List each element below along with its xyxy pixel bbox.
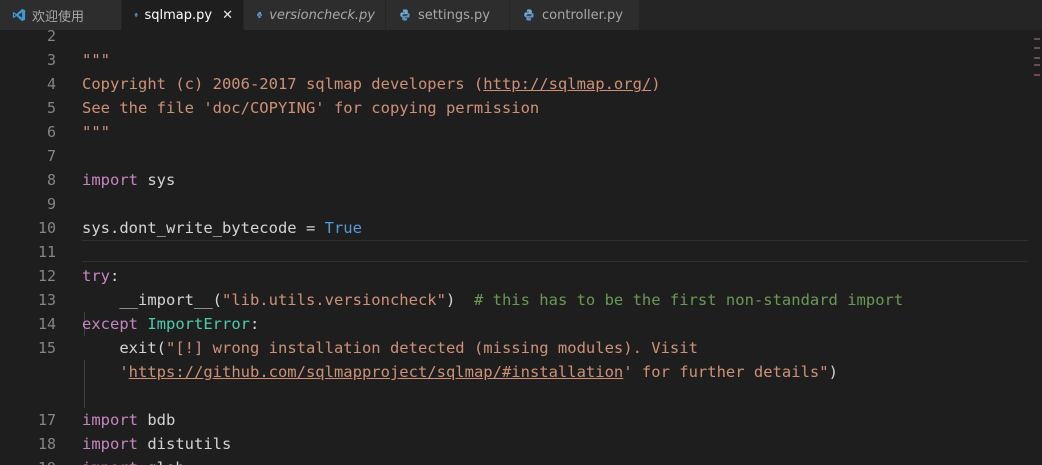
code-token: "lib.utils.versioncheck" <box>221 291 446 309</box>
code-token: ' <box>82 363 129 381</box>
editor-tab-bar: 欢迎使用 sqlmap.py ✕ versioncheck.py setting… <box>0 0 1042 30</box>
tab-label: 欢迎使用 <box>32 9 85 25</box>
tab-controller[interactable]: controller.py <box>510 0 640 30</box>
code-token: Copyright (c) 2006-2017 sqlmap developer… <box>82 75 484 93</box>
line-number: 17 <box>37 411 56 429</box>
code-token: import <box>82 411 138 429</box>
code-line: except ImportError: <box>82 312 259 336</box>
python-file-icon <box>134 13 138 17</box>
code-line: import distutils <box>82 432 231 456</box>
code-line: sys.dont_write_bytecode = True <box>82 216 362 240</box>
code-line: Copyright (c) 2006-2017 sqlmap developer… <box>82 72 661 96</box>
line-number-gutter: 2 3 4 5 6 7 8 9 10 11 12 13 14 15 17 18 19 <box>0 30 60 465</box>
line-number: 6 <box>46 123 56 141</box>
code-line: See the file 'doc/COPYING' for copying p… <box>82 96 539 120</box>
scrollbar-marker <box>1034 38 1040 40</box>
tab-welcome[interactable]: 欢迎使用 <box>0 0 122 30</box>
scrollbar-marker <box>1034 47 1040 49</box>
tab-label: settings.py <box>418 7 490 23</box>
code-editor[interactable]: 2 3 4 5 6 7 8 9 10 11 12 13 14 15 17 18 19 """ Copyright … <box>0 30 1042 465</box>
python-file-icon <box>400 9 410 21</box>
code-token: True <box>324 219 362 237</box>
code-token: : <box>110 267 120 285</box>
code-token: See the file 'doc/COPYING' for copying p… <box>82 99 540 117</box>
scrollbar-marker <box>1034 74 1040 76</box>
code-token: """ <box>82 51 110 69</box>
line-number: 4 <box>46 75 56 93</box>
code-line: try: <box>82 264 119 288</box>
code-token: ' for further details" <box>623 363 829 381</box>
line-number: 7 <box>46 147 56 165</box>
tab-label: controller.py <box>542 7 623 23</box>
code-line: 'https://github.com/sqlmapproject/sqlmap… <box>82 360 838 384</box>
line-number: 10 <box>37 219 56 237</box>
code-token: bdb <box>138 411 176 429</box>
code-token: try <box>82 267 110 285</box>
line-number: 11 <box>37 243 56 261</box>
scrollbar-marker <box>1034 64 1040 66</box>
code-token: sys <box>138 171 176 189</box>
python-file-icon <box>524 9 534 21</box>
code-token: distutils <box>138 435 232 453</box>
code-token: glob <box>138 459 184 465</box>
code-line: import glob <box>82 456 185 465</box>
code-token: exit( <box>82 339 166 357</box>
code-token: import <box>82 171 138 189</box>
vertical-scrollbar[interactable] <box>1028 30 1042 465</box>
line-number: 15 <box>37 339 56 357</box>
code-token: sys.dont_write_bytecode = <box>82 219 325 237</box>
line-number: 5 <box>46 99 56 117</box>
code-line: __import__("lib.utils.versioncheck") # t… <box>82 288 903 312</box>
scrollbar-marker <box>1034 57 1040 59</box>
code-token: """ <box>82 123 110 141</box>
code-line: """ <box>82 120 110 144</box>
code-token: import <box>82 459 138 465</box>
line-number: 8 <box>46 171 56 189</box>
vscode-logo-icon <box>12 8 26 22</box>
code-line: """ <box>82 48 110 72</box>
code-line: exit("[!] wrong installation detected (m… <box>82 336 698 360</box>
line-number: 2 <box>46 30 56 45</box>
line-number: 18 <box>37 435 56 453</box>
tab-label: sqlmap.py <box>144 7 213 23</box>
code-token: "[!] wrong installation detected (missin… <box>166 339 698 357</box>
current-line-highlight <box>82 240 1038 262</box>
tab-settings[interactable]: settings.py <box>386 0 510 30</box>
tab-label: versioncheck.py <box>269 7 375 23</box>
code-token: import <box>82 435 138 453</box>
python-file-icon <box>257 12 263 18</box>
line-number: 14 <box>37 315 56 333</box>
tab-sqlmap[interactable]: sqlmap.py ✕ <box>122 0 244 30</box>
code-token: __import__( <box>82 291 222 309</box>
line-number: 19 <box>0 456 56 465</box>
line-number: 13 <box>37 291 56 309</box>
code-line: import sys <box>82 168 175 192</box>
line-number: 3 <box>46 51 56 69</box>
code-token: # this has to be the first non-standard … <box>473 291 904 309</box>
close-icon[interactable]: ✕ <box>222 8 233 23</box>
line-number: 12 <box>37 267 56 285</box>
code-token: : <box>250 315 260 333</box>
code-line: import bdb <box>82 408 175 432</box>
code-link[interactable]: http://sqlmap.org/ <box>483 75 651 93</box>
vscode-window: 欢迎使用 sqlmap.py ✕ versioncheck.py setting… <box>0 0 1042 465</box>
line-number: 9 <box>46 195 56 213</box>
code-token: except <box>82 315 138 333</box>
code-token: ImportError <box>147 315 250 333</box>
code-token: ) <box>651 75 661 93</box>
code-link[interactable]: https://github.com/sqlmapproject/sqlmap/… <box>129 363 624 381</box>
code-token: ) <box>828 363 838 381</box>
code-token: ) <box>445 291 474 309</box>
tab-versioncheck[interactable]: versioncheck.py <box>244 0 386 30</box>
